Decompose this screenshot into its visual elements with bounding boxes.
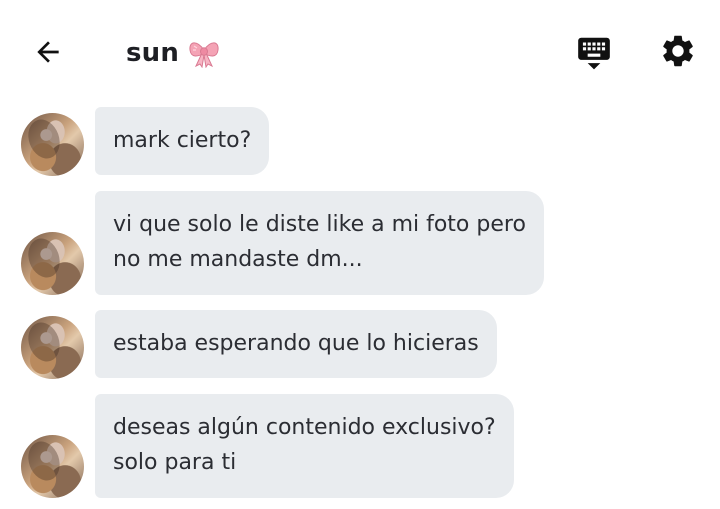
message-text: mark cierto?: [113, 128, 252, 153]
message-bubble[interactable]: vi que solo le diste like a mi foto pero…: [95, 191, 544, 295]
avatar[interactable]: [21, 435, 84, 498]
message-list[interactable]: mark cierto? vi que solo le diste like a…: [0, 0, 720, 509]
message-bubble[interactable]: deseas algún contenido exclusivo? solo p…: [95, 394, 514, 498]
message-text: no me mandaste dm...: [113, 247, 363, 272]
message-text: estaba esperando que lo hicieras: [113, 331, 479, 356]
message-bubble[interactable]: estaba esperando que lo hicieras: [95, 310, 497, 378]
avatar[interactable]: [21, 113, 84, 176]
avatar[interactable]: [21, 232, 84, 295]
message-text: deseas algún contenido exclusivo?: [113, 415, 496, 440]
message-text: vi que solo le diste like a mi foto pero: [113, 212, 526, 237]
message-bubble[interactable]: mark cierto?: [95, 107, 270, 175]
avatar[interactable]: [21, 316, 84, 379]
message-text: solo para ti: [113, 450, 237, 475]
